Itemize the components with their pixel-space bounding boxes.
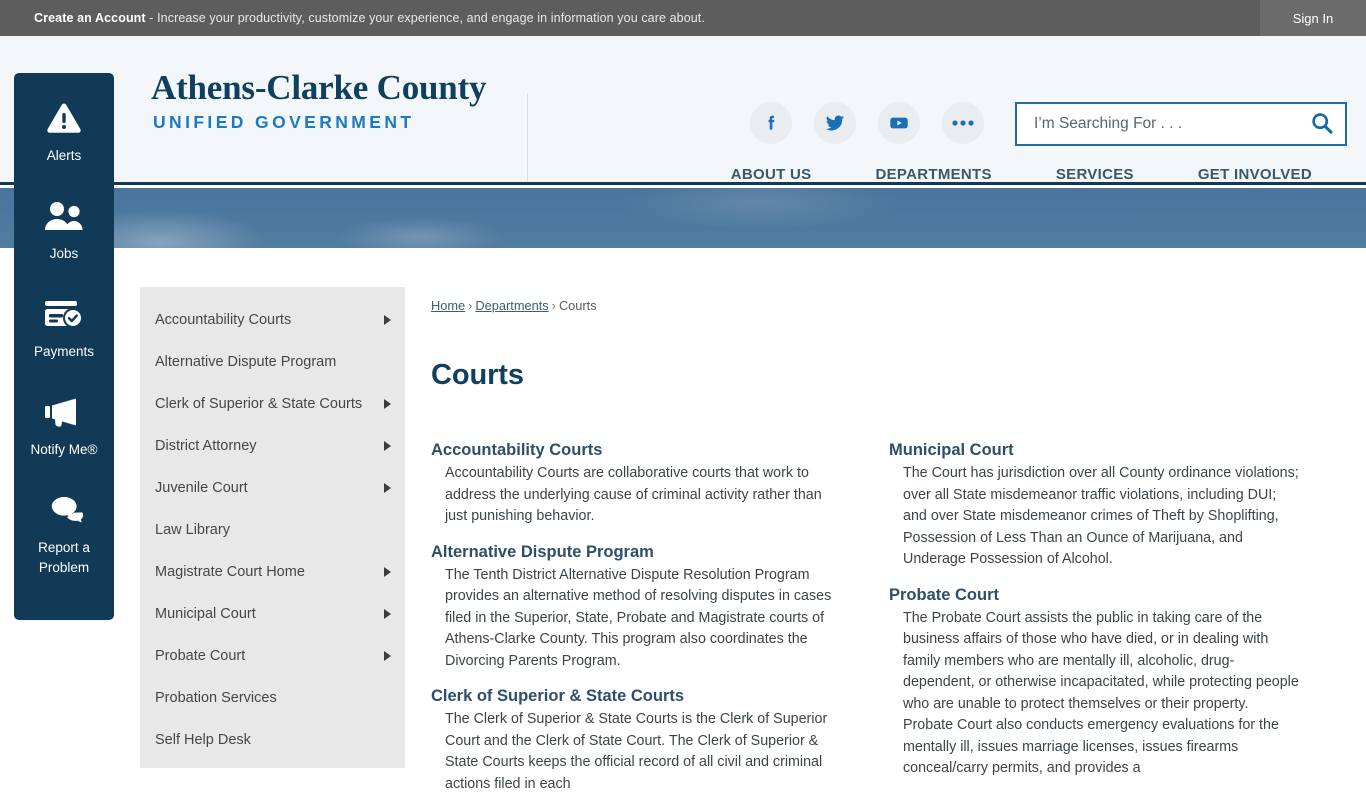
menu-item-label: Alternative Dispute Program bbox=[155, 354, 337, 370]
section-body-alternative-dispute-program: The Tenth District Alternative Dispute R… bbox=[445, 566, 832, 669]
menu-item-label: Juvenile Court bbox=[155, 480, 248, 496]
section-heading-accountability-courts: Accountability Courts bbox=[431, 441, 603, 459]
logo-secondary-text: UNIFIED GOVERNMENT bbox=[153, 111, 415, 132]
menu-item-law-library[interactable]: Law Library bbox=[140, 509, 405, 551]
rail-item-report-a-problem[interactable]: Report a Problem bbox=[14, 487, 114, 585]
site-search bbox=[1015, 102, 1347, 146]
rail-label-payments: Payments bbox=[33, 344, 95, 359]
menu-item-probation-services[interactable]: Probation Services bbox=[140, 677, 405, 719]
rail-label-jobs: Jobs bbox=[49, 246, 79, 261]
nav-item-get-involved[interactable]: GET INVOLVED bbox=[1166, 166, 1344, 183]
menu-item-municipal-court[interactable]: Municipal Court bbox=[140, 593, 405, 635]
section-navigation-menu: Accountability Courts Alternative Disput… bbox=[140, 287, 405, 768]
breadcrumb: Home › Departments › Courts bbox=[431, 298, 1346, 313]
menu-item-self-help-desk[interactable]: Self Help Desk bbox=[140, 719, 405, 761]
content-column-right: Municipal Court The Court has jurisdicti… bbox=[889, 441, 1346, 810]
chevron-right-icon bbox=[384, 567, 391, 577]
facebook-button[interactable] bbox=[750, 102, 792, 144]
site-header: Athens-Clarke County UNIFIED GOVERNMENT bbox=[0, 36, 1366, 185]
menu-item-label: Municipal Court bbox=[155, 606, 256, 622]
menu-item-magistrate-court-home[interactable]: Magistrate Court Home bbox=[140, 551, 405, 593]
content-column-left: Accountability Courts Accountability Cou… bbox=[431, 441, 889, 810]
twitter-button[interactable] bbox=[814, 102, 856, 144]
menu-item-probate-court[interactable]: Probate Court bbox=[140, 635, 405, 677]
facebook-icon bbox=[761, 113, 781, 133]
search-icon bbox=[1310, 111, 1334, 138]
rail-label-report-a-problem: Report a Problem bbox=[38, 540, 90, 575]
nav-item-departments[interactable]: DEPARTMENTS bbox=[843, 166, 1023, 183]
menu-item-district-attorney[interactable]: District Attorney bbox=[140, 425, 405, 467]
breadcrumb-link-home[interactable]: Home bbox=[431, 298, 465, 313]
breadcrumb-separator: › bbox=[468, 298, 473, 313]
rail-item-notify-me[interactable]: Notify Me® bbox=[14, 389, 114, 487]
nav-item-services[interactable]: SERVICES bbox=[1024, 166, 1166, 183]
twitter-icon bbox=[824, 112, 846, 134]
megaphone-icon bbox=[42, 389, 86, 435]
sign-in-button[interactable]: Sign In bbox=[1260, 0, 1366, 36]
create-account-message[interactable]: Create an Account - Increase your produc… bbox=[34, 11, 705, 25]
rail-item-jobs[interactable]: Jobs bbox=[14, 193, 114, 291]
site-logo[interactable]: Athens-Clarke County UNIFIED GOVERNMENT bbox=[151, 68, 491, 133]
search-button[interactable] bbox=[1299, 104, 1345, 144]
logo-primary-text: Athens-Clarke County bbox=[151, 68, 487, 107]
header-divider bbox=[527, 93, 528, 181]
search-input[interactable] bbox=[1017, 104, 1299, 144]
quick-links-rail: Alerts Jobs Payments Notify Me® Report a… bbox=[14, 73, 114, 620]
menu-item-label: District Attorney bbox=[155, 438, 257, 454]
chat-bubbles-icon bbox=[43, 487, 85, 533]
chevron-right-icon bbox=[384, 651, 391, 661]
rail-item-payments[interactable]: Payments bbox=[14, 291, 114, 389]
menu-item-clerk-of-superior-state-courts[interactable]: Clerk of Superior & State Courts bbox=[140, 383, 405, 425]
chevron-right-icon bbox=[384, 315, 391, 325]
nav-item-about-us[interactable]: ABOUT US bbox=[699, 166, 844, 183]
menu-item-alternative-dispute-program[interactable]: Alternative Dispute Program bbox=[140, 341, 405, 383]
rail-label-alerts: Alerts bbox=[46, 148, 82, 163]
chevron-right-icon bbox=[384, 483, 391, 493]
create-account-link[interactable]: Create an Account bbox=[34, 11, 146, 25]
breadcrumb-separator: › bbox=[551, 298, 556, 313]
rail-label-notify-me: Notify Me® bbox=[30, 442, 98, 457]
rail-item-alerts[interactable]: Alerts bbox=[14, 95, 114, 193]
create-account-description: - Increase your productivity, customize … bbox=[145, 11, 705, 25]
section-body-clerk-of-superior-state-courts: The Clerk of Superior & State Courts is … bbox=[445, 711, 828, 792]
more-icon bbox=[951, 119, 975, 127]
more-links-button[interactable] bbox=[942, 102, 984, 144]
section-body-municipal-court: The Court has jurisdiction over all Coun… bbox=[903, 465, 1299, 567]
section-heading-municipal-court: Municipal Court bbox=[889, 441, 1014, 459]
breadcrumb-link-departments[interactable]: Departments bbox=[475, 298, 548, 313]
menu-item-accountability-courts[interactable]: Accountability Courts bbox=[140, 299, 405, 341]
menu-item-label: Accountability Courts bbox=[155, 312, 292, 328]
breadcrumb-current: Courts bbox=[558, 298, 597, 313]
account-bar: Create an Account - Increase your produc… bbox=[0, 0, 1366, 36]
menu-item-label: Magistrate Court Home bbox=[155, 564, 305, 580]
people-icon bbox=[43, 193, 85, 239]
social-links bbox=[750, 102, 984, 144]
hero-banner-image bbox=[0, 188, 1366, 248]
payment-card-icon bbox=[42, 291, 86, 337]
section-heading-clerk-of-superior-state-courts: Clerk of Superior & State Courts bbox=[431, 687, 685, 705]
main-content: Home › Departments › Courts Courts Accountab… bbox=[431, 298, 1346, 792]
alert-triangle-icon bbox=[46, 95, 82, 141]
content-columns: Accountability Courts Accountability Cou… bbox=[431, 441, 1346, 810]
menu-item-label: Probation Services bbox=[155, 690, 277, 706]
chevron-right-icon bbox=[384, 609, 391, 619]
menu-item-label: Law Library bbox=[155, 522, 230, 538]
youtube-button[interactable] bbox=[878, 102, 920, 144]
menu-item-juvenile-court[interactable]: Juvenile Court bbox=[140, 467, 405, 509]
main-navigation: ABOUT US DEPARTMENTS SERVICES GET INVOLV… bbox=[699, 166, 1344, 183]
section-body-probate-court: The Probate Court assists the public in … bbox=[903, 609, 1299, 777]
section-heading-alternative-dispute-program: Alternative Dispute Program bbox=[431, 542, 654, 561]
section-heading-probate-court: Probate Court bbox=[889, 585, 1000, 604]
menu-item-label: Self Help Desk bbox=[155, 732, 251, 748]
page-title: Courts bbox=[431, 359, 524, 391]
menu-item-label: Clerk of Superior & State Courts bbox=[155, 396, 363, 412]
menu-item-label: Probate Court bbox=[155, 648, 246, 664]
youtube-icon bbox=[888, 112, 910, 134]
chevron-right-icon bbox=[384, 399, 391, 409]
section-body-accountability-courts: Accountability Courts are collaborative … bbox=[445, 465, 822, 524]
chevron-right-icon bbox=[384, 441, 391, 451]
